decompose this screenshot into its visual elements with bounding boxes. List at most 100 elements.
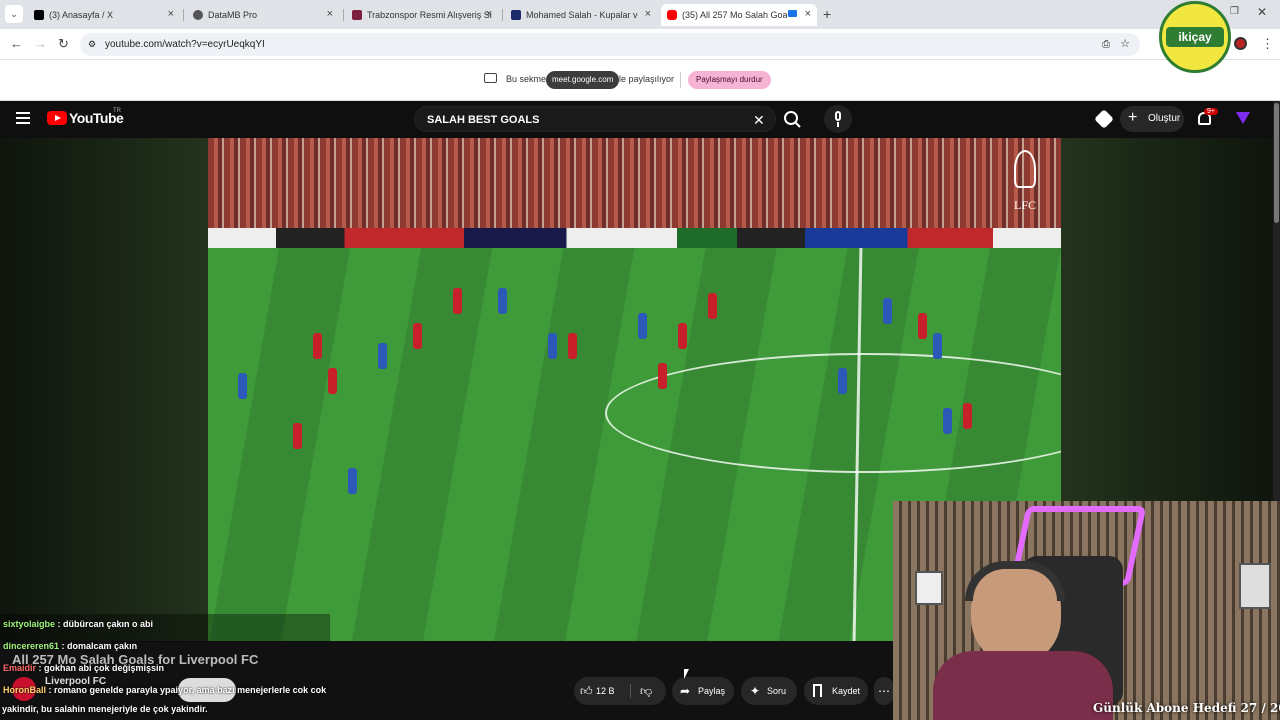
create-label: Oluştur (1148, 113, 1181, 124)
stream-chat-overlay: sixtyolaigbe : dübürcan çakın o abi dinc… (0, 512, 330, 714)
player (328, 368, 337, 394)
profile-avatar[interactable] (1234, 37, 1247, 50)
back-icon[interactable]: ← (10, 36, 23, 51)
liverbird-icon (1014, 150, 1036, 188)
like-button[interactable]: 👍︎ 12 B 👎︎ (574, 677, 666, 705)
tab-label: (35) All 257 Mo Salah Goals (682, 10, 787, 20)
datamb-icon (193, 10, 203, 20)
bookmark-icon (813, 684, 822, 697)
chat-text: domalcam çakın (67, 641, 138, 651)
close-icon[interactable]: × (805, 8, 811, 20)
player (568, 333, 577, 359)
site-info-icon[interactable]: ⚙ (88, 33, 96, 56)
tab-divider (502, 9, 503, 21)
youtube-logo-icon[interactable] (47, 111, 67, 125)
close-icon[interactable]: × (327, 8, 333, 20)
chat-text: yakindir, bu salahin menejeriyle de çok … (2, 704, 208, 714)
url-input[interactable]: ⚙ youtube.com/watch?v=ecyrUeqkqYI ⎙ ☆ (80, 33, 1140, 56)
forward-icon[interactable]: → (34, 36, 47, 51)
maximize-icon[interactable]: ❐ (1230, 6, 1239, 17)
close-icon[interactable]: × (645, 8, 651, 20)
chat-message-continued: yakindir, bu salahin menejeriyle de çok … (2, 704, 208, 714)
chat-message: Emaidir : gokhan abi çok değişmişsin (3, 663, 165, 673)
address-bar-row: ← → ↻ ⚙ youtube.com/watch?v=ecyrUeqkqYI … (0, 29, 1280, 60)
player (313, 333, 322, 359)
notification-count: 9+ (1204, 108, 1218, 115)
tab-search-icon[interactable]: ⌄ (5, 5, 23, 23)
streamer-webcam: Günlük Abone Hedefi 27 / 20 (893, 501, 1280, 720)
browser-tab-strip: ⌄ (3) Anasayfa / X × DataMB Pro × Trabzo… (0, 0, 1280, 29)
share-button[interactable]: ➦ Paylaş (672, 677, 734, 705)
tab-trabzonspor[interactable]: Trabzonspor Resmi Alışveriş Sitesi × (346, 4, 498, 26)
player (638, 313, 647, 339)
search-icon[interactable] (780, 108, 804, 132)
search-query: SALAH BEST GOALS (427, 114, 540, 126)
player (963, 403, 972, 429)
transfermarkt-icon (511, 10, 521, 20)
tab-label: Mohamed Salah - Kupalar ve b (526, 10, 638, 20)
more-actions-icon[interactable]: ⋯ (874, 677, 894, 705)
player (678, 323, 687, 349)
tab-label: (3) Anasayfa / X (49, 10, 114, 20)
player (918, 313, 927, 339)
save-button[interactable]: Kaydet (804, 677, 868, 705)
chat-user: HoronBall (3, 685, 47, 695)
chat-message: dincereren61 : domalcam çakın (3, 641, 138, 651)
close-icon[interactable]: × (486, 8, 492, 20)
thumbs-down-icon[interactable]: 👎︎ (640, 677, 652, 705)
reload-icon[interactable]: ↻ (58, 36, 69, 52)
ask-label: Soru (767, 686, 787, 696)
cast-icon (788, 10, 797, 17)
player (453, 288, 462, 314)
shared-domain: meet.google.com (546, 71, 620, 89)
tab-label: Trabzonspor Resmi Alışveriş Sitesi (367, 10, 492, 20)
stop-sharing-button[interactable]: Paylaşmayı durdur (688, 71, 771, 89)
ai-sparkle-icon[interactable] (1094, 109, 1114, 129)
mouse-cursor (684, 669, 689, 679)
menu-kebab-icon[interactable]: ⋮ (1261, 36, 1274, 52)
url-text: youtube.com/watch?v=ecyrUeqkqYI (105, 39, 265, 50)
bookmark-star-icon[interactable]: ☆ (1120, 33, 1130, 56)
window-close-icon[interactable]: ✕ (1257, 5, 1267, 19)
save-label: Kaydet (832, 686, 861, 696)
close-icon[interactable]: × (168, 8, 174, 20)
install-icon[interactable]: ⎙ (1102, 33, 1110, 56)
tab-transfermarkt[interactable]: Mohamed Salah - Kupalar ve b × (505, 4, 657, 26)
voice-search-icon[interactable] (824, 105, 852, 133)
divider (680, 72, 681, 88)
clear-search-icon[interactable]: ✕ (753, 107, 765, 133)
tab-label: DataMB Pro (208, 10, 258, 20)
screen-share-icon (484, 73, 497, 83)
player (883, 298, 892, 324)
ikicay-logo-text: ikiçay (1166, 27, 1224, 47)
share-suffix: ile paylaşılıyor (617, 74, 675, 84)
youtube-icon (667, 10, 677, 20)
framed-picture (915, 571, 943, 605)
chat-user: dincereren61 (3, 641, 60, 651)
tab-datamb[interactable]: DataMB Pro × (187, 4, 339, 26)
chat-user: Emaidir (3, 663, 37, 673)
player (933, 333, 942, 359)
player (378, 343, 387, 369)
player (238, 373, 247, 399)
share-arrow-icon: ➦ (680, 684, 691, 698)
search-input[interactable]: SALAH BEST GOALS ✕ (414, 106, 776, 132)
tab-x[interactable]: (3) Anasayfa / X × (28, 4, 180, 26)
hamburger-menu-icon[interactable] (16, 112, 30, 114)
share-label: Paylaş (698, 686, 726, 696)
ask-button[interactable]: ✦ Soru (741, 677, 797, 705)
sparkle-icon: ✦ (750, 684, 761, 698)
channel-avatar-icon[interactable] (1236, 112, 1250, 124)
create-button[interactable]: + Oluştur (1120, 106, 1184, 132)
player (498, 288, 507, 314)
new-tab-icon[interactable]: + (823, 6, 831, 22)
tab-divider (343, 9, 344, 21)
player (943, 408, 952, 434)
player (348, 468, 357, 494)
player (293, 423, 302, 449)
like-count: 12 B (596, 686, 615, 696)
trabzonspor-icon (352, 10, 362, 20)
framed-jersey (1239, 563, 1271, 609)
tab-youtube-active[interactable]: (35) All 257 Mo Salah Goals × (661, 4, 817, 26)
tab-divider (183, 9, 184, 21)
